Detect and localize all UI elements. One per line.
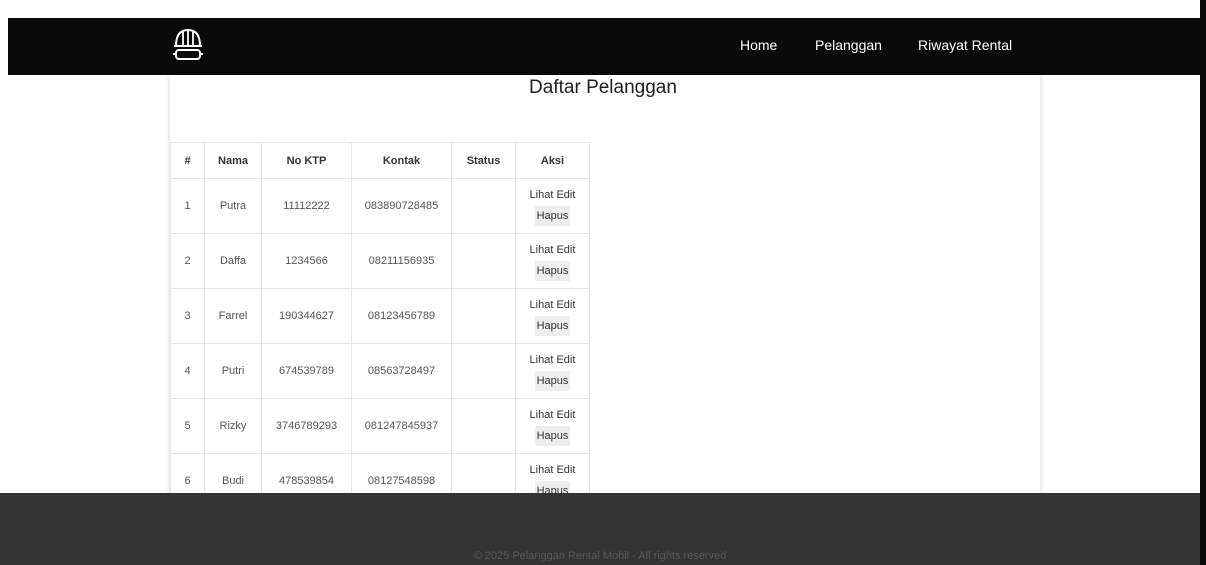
header-number: #	[170, 142, 205, 179]
cell-aksi: Lihat Edit Hapus	[515, 343, 590, 399]
edit-link[interactable]: Edit	[556, 244, 575, 256]
lihat-link[interactable]: Lihat	[530, 244, 554, 256]
cell-kontak: 08563728497	[351, 343, 452, 399]
cell-number: 2	[170, 233, 205, 289]
header-aksi: Aksi	[515, 142, 590, 179]
lihat-link[interactable]: Lihat	[530, 299, 554, 311]
nav-riwayat-rental[interactable]: Riwayat Rental	[918, 37, 1012, 53]
table-row: 2 Daffa 1234566 08211156935 Lihat Edit Ha…	[170, 233, 590, 289]
table-row: 4 Putri 674539789 08563728497 Lihat Edit…	[170, 343, 590, 399]
header-no-ktp: No KTP	[261, 142, 352, 179]
table-row: 3 Farrel 190344627 08123456789 Lihat Edi…	[170, 288, 590, 344]
cell-number: 4	[170, 343, 205, 399]
nav-home[interactable]: Home	[740, 37, 777, 53]
header-nama: Nama	[204, 142, 262, 179]
hapus-button[interactable]: Hapus	[534, 206, 571, 226]
cell-aksi: Lihat Edit Hapus	[515, 178, 590, 234]
edit-link[interactable]: Edit	[556, 189, 575, 201]
cell-no-ktp: 1234566	[261, 233, 352, 289]
cell-no-ktp: 674539789	[261, 343, 352, 399]
cell-nama: Putra	[204, 178, 262, 234]
header-kontak: Kontak	[351, 142, 452, 179]
table-header-row: # Nama No KTP Kontak Status Aksi	[170, 142, 590, 179]
cell-kontak: 081247845937	[351, 398, 452, 454]
table-row: 5 Rizky 3746789293 081247845937 Lihat Ed…	[170, 398, 590, 454]
hapus-button[interactable]: Hapus	[534, 426, 571, 446]
cell-kontak: 08123456789	[351, 288, 452, 344]
cell-number: 5	[170, 398, 205, 454]
cell-no-ktp: 3746789293	[261, 398, 352, 454]
cell-status	[451, 178, 516, 234]
footer-copyright: © 2025 Pelanggan Rental Mobil - All righ…	[473, 550, 727, 562]
lihat-link[interactable]: Lihat	[530, 464, 554, 476]
hapus-button[interactable]: Hapus	[534, 261, 571, 281]
cell-number: 3	[170, 288, 205, 344]
customer-table: # Nama No KTP Kontak Status Aksi 1 Putra…	[170, 142, 590, 509]
page-title: Daftar Pelanggan	[529, 77, 677, 98]
cell-aksi: Lihat Edit Hapus	[515, 288, 590, 344]
cell-nama: Putri	[204, 343, 262, 399]
lihat-link[interactable]: Lihat	[530, 409, 554, 421]
lihat-link[interactable]: Lihat	[530, 354, 554, 366]
cell-aksi: Lihat Edit Hapus	[515, 233, 590, 289]
cell-nama: Rizky	[204, 398, 262, 454]
lihat-link[interactable]: Lihat	[530, 189, 554, 201]
cell-kontak: 08211156935	[351, 233, 452, 289]
edit-link[interactable]: Edit	[556, 299, 575, 311]
hapus-button[interactable]: Hapus	[534, 316, 571, 336]
cell-aksi: Lihat Edit Hapus	[515, 398, 590, 454]
cell-number: 1	[170, 178, 205, 234]
edit-link[interactable]: Edit	[556, 464, 575, 476]
cell-status	[451, 233, 516, 289]
cell-kontak: 083890728485	[351, 178, 452, 234]
navbar: Home Pelanggan Riwayat Rental	[8, 18, 1200, 75]
cell-no-ktp: 11112222	[261, 178, 352, 234]
cell-nama: Farrel	[204, 288, 262, 344]
edit-link[interactable]: Edit	[556, 354, 575, 366]
cell-status	[451, 398, 516, 454]
edit-link[interactable]: Edit	[556, 409, 575, 421]
cell-status	[451, 343, 516, 399]
cell-no-ktp: 190344627	[261, 288, 352, 344]
cell-nama: Daffa	[204, 233, 262, 289]
cell-status	[451, 288, 516, 344]
nav-pelanggan[interactable]: Pelanggan	[815, 37, 882, 53]
header-status: Status	[451, 142, 516, 179]
helmet-goggles-icon[interactable]	[171, 22, 205, 68]
footer: © 2025 Pelanggan Rental Mobil - All righ…	[0, 493, 1200, 565]
table-row: 1 Putra 11112222 083890728485 Lihat Edit…	[170, 178, 590, 234]
hapus-button[interactable]: Hapus	[534, 371, 571, 391]
